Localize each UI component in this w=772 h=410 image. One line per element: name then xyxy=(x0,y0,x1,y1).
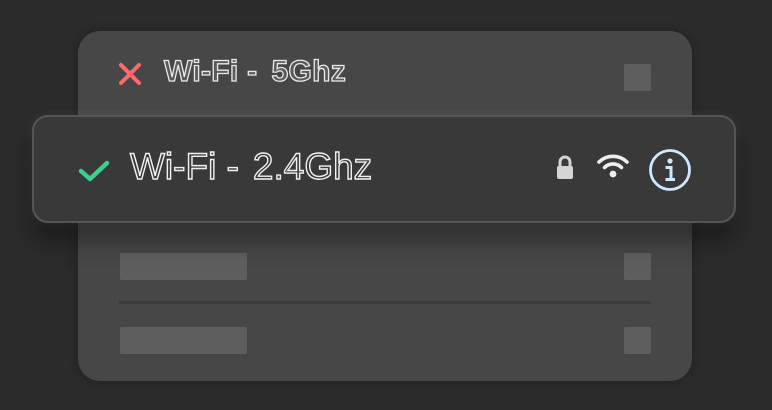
placeholder-square xyxy=(624,327,651,354)
wifi-signal-icon xyxy=(597,154,629,178)
network-ssid: 5Ghz xyxy=(271,54,347,88)
network-row-5ghz[interactable]: Wi-Fi - 5Ghz xyxy=(78,31,692,117)
network-name: Wi-Fi - 2.4Ghz xyxy=(129,145,373,188)
info-icon[interactable] xyxy=(648,148,692,192)
network-ssid: 2.4Ghz xyxy=(252,145,373,187)
placeholder-bar xyxy=(120,253,247,280)
placeholder-bar xyxy=(120,327,247,354)
placeholder-square xyxy=(624,253,651,280)
placeholder-square xyxy=(624,64,651,91)
network-label-prefix: Wi-Fi - xyxy=(163,54,258,88)
network-row-2-4ghz-connected[interactable]: Wi-Fi - 2.4Ghz xyxy=(32,115,736,223)
checkmark-icon xyxy=(78,160,110,182)
x-icon xyxy=(119,63,141,85)
network-label-prefix: Wi-Fi - xyxy=(129,145,239,187)
lock-icon xyxy=(557,155,573,179)
network-name: Wi-Fi - 5Ghz xyxy=(163,54,347,89)
divider xyxy=(119,301,651,304)
